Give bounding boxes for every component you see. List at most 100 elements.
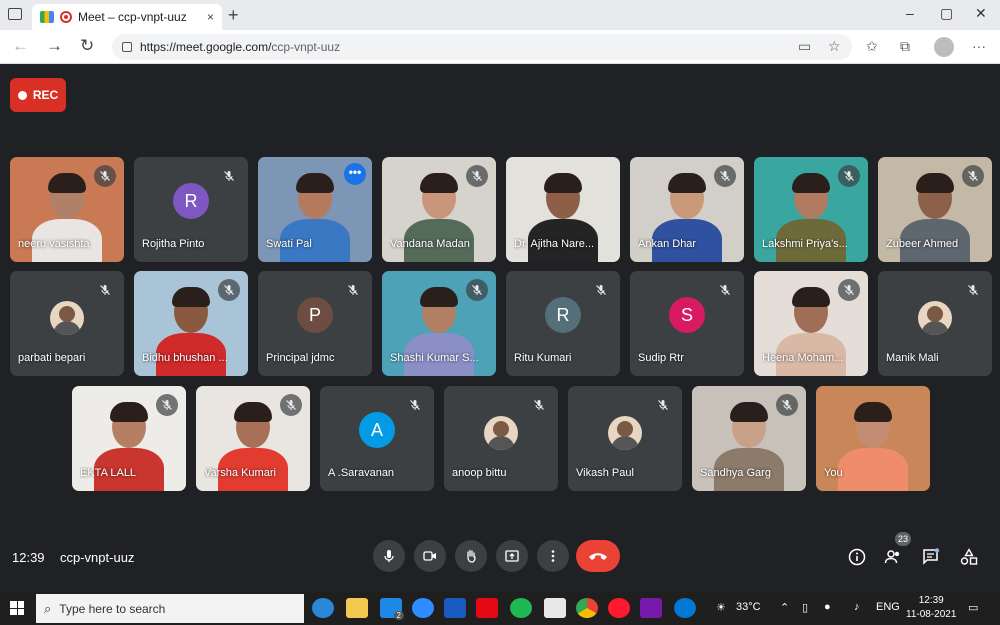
browser-tab-meet[interactable]: Meet – ccp-vnpt-uuz ×	[32, 4, 222, 30]
participant-tile[interactable]: Varsha Kumari	[196, 386, 310, 491]
participant-tile[interactable]: Vikash Paul	[568, 386, 682, 491]
google-meet-icon	[40, 11, 54, 23]
mic-muted-icon	[218, 165, 240, 187]
help-icon[interactable]	[674, 598, 696, 618]
participant-tile[interactable]: neeru vasishta	[10, 157, 124, 262]
meeting-details-button[interactable]	[846, 546, 868, 568]
participant-tile[interactable]: anoop bittu	[444, 386, 558, 491]
participant-name: Ankan Dhar	[638, 238, 697, 250]
favorites-icon[interactable]: ✩	[866, 38, 878, 55]
participant-name: anoop bittu	[452, 467, 507, 479]
taskbar-clock[interactable]: 12:39 11-08-2021	[906, 594, 956, 622]
participant-profile-photo	[484, 416, 518, 451]
participant-tile[interactable]: Ankan Dhar	[630, 157, 744, 262]
record-dot-icon	[17, 90, 27, 100]
popcorn-icon[interactable]	[544, 598, 566, 618]
participant-tile[interactable]: Heena Moham...	[754, 271, 868, 376]
tile-more-options-icon[interactable]: •••	[344, 163, 366, 185]
meeting-code: ccp-vnpt-uuz	[60, 550, 135, 565]
new-tab-button[interactable]: +	[228, 5, 239, 26]
camera-tray-icon[interactable]: ●	[824, 601, 831, 613]
recording-button[interactable]: REC	[10, 78, 66, 112]
collections-icon[interactable]: ⧉	[900, 38, 910, 55]
participant-tile[interactable]: A A .Saravanan	[320, 386, 434, 491]
spotify-icon[interactable]	[510, 598, 532, 618]
camera-button[interactable]	[414, 540, 446, 572]
weather-sun-icon[interactable]: ☀	[716, 601, 726, 614]
address-bar[interactable]: https://meet.google.com/ccp-vnpt-uuz	[112, 34, 852, 60]
participant-name: neeru vasishta	[18, 238, 90, 250]
participant-name: Sudip Rtr	[638, 352, 684, 364]
back-arrow-icon[interactable]: ←	[12, 36, 29, 56]
participant-tile[interactable]: ••• Swati Pal	[258, 157, 372, 262]
address-toolbar: ← → ↻ https://meet.google.com/ccp-vnpt-u…	[0, 30, 1000, 64]
windows-taskbar: ⌕ Type here to search 2 ☀ 33°C ⌃ ▯ ● ♪ E…	[0, 592, 1000, 625]
volume-icon[interactable]: ♪	[854, 601, 860, 613]
participant-tile[interactable]: You	[816, 386, 930, 491]
participant-tile[interactable]: P Principal jdmc	[258, 271, 372, 376]
participant-tile[interactable]: Dr. Ajitha Nare...	[506, 157, 620, 262]
participant-tile[interactable]: Sandhya Garg	[692, 386, 806, 491]
windows-start-icon[interactable]	[10, 601, 24, 615]
mail-icon[interactable]: 2	[380, 598, 404, 620]
weather-temperature[interactable]: 33°C	[736, 601, 761, 613]
word-icon[interactable]	[444, 598, 466, 618]
people-button[interactable]	[882, 546, 904, 568]
mic-muted-icon	[218, 279, 240, 301]
participant-tile[interactable]: Lakshmi Priya's...	[754, 157, 868, 262]
activities-button[interactable]	[958, 546, 980, 568]
participant-name: You	[824, 467, 843, 479]
reload-icon[interactable]: ↻	[80, 36, 94, 56]
taskbar-search-box[interactable]: ⌕ Type here to search	[36, 594, 304, 623]
participant-name: Swati Pal	[266, 238, 312, 250]
participant-name: parbati bepari	[18, 352, 86, 364]
onenote-icon[interactable]	[640, 598, 662, 618]
notifications-icon[interactable]: ▭	[968, 601, 978, 614]
present-screen-button[interactable]	[496, 540, 528, 572]
raise-hand-button[interactable]	[455, 540, 487, 572]
zoom-icon[interactable]	[412, 598, 434, 618]
chat-button[interactable]	[920, 546, 942, 568]
opera-icon[interactable]	[608, 598, 630, 618]
minimize-button[interactable]: –	[906, 5, 914, 21]
file-explorer-icon[interactable]	[346, 598, 368, 618]
recording-label: REC	[32, 88, 59, 102]
camera-permission-icon[interactable]: ▭	[798, 38, 811, 55]
participant-tile[interactable]: Bidhu bhushan ...	[134, 271, 248, 376]
activities-shapes-icon	[960, 548, 978, 565]
input-language[interactable]: ENG	[876, 601, 900, 613]
profile-avatar[interactable]	[934, 37, 954, 57]
participant-name: Shashi Kumar S...	[390, 352, 479, 364]
device-icon[interactable]: ▯	[802, 601, 808, 614]
participant-tile[interactable]: S Sudip Rtr	[630, 271, 744, 376]
participant-tile[interactable]: EKTA LALL	[72, 386, 186, 491]
leave-call-button[interactable]	[576, 540, 620, 572]
favorite-star-icon[interactable]: ☆	[828, 38, 841, 55]
chrome-icon[interactable]	[576, 598, 598, 618]
maximize-button[interactable]: ▢	[940, 5, 953, 22]
close-window-button[interactable]: ✕	[975, 5, 987, 22]
netflix-icon[interactable]	[476, 598, 498, 618]
participant-tile[interactable]: R Ritu Kumari	[506, 271, 620, 376]
microphone-button[interactable]	[373, 540, 405, 572]
participant-tile[interactable]: Manik Mali	[878, 271, 992, 376]
participant-tile[interactable]: R Rojitha Pinto	[134, 157, 248, 262]
settings-more-icon[interactable]: ···	[972, 38, 986, 54]
participant-tile[interactable]: Vandana Madan	[382, 157, 496, 262]
tab-close-icon[interactable]: ×	[207, 10, 214, 24]
mic-muted-icon	[652, 394, 674, 416]
more-options-button[interactable]	[537, 540, 569, 572]
participant-tile[interactable]: parbati bepari	[10, 271, 124, 376]
edge-browser-icon[interactable]	[312, 598, 334, 618]
mail-badge: 2	[393, 611, 404, 620]
tray-chevron-up-icon[interactable]: ⌃	[780, 601, 789, 614]
forward-arrow-icon[interactable]: →	[46, 36, 63, 56]
mic-muted-icon	[528, 394, 550, 416]
participant-tile[interactable]: Zubeer Ahmed	[878, 157, 992, 262]
participant-tile[interactable]: Shashi Kumar S...	[382, 271, 496, 376]
chat-icon	[923, 548, 940, 565]
window-menu-icon[interactable]	[8, 8, 22, 20]
people-icon	[884, 550, 900, 564]
meeting-clock: 12:39	[12, 550, 45, 565]
participant-avatar: R	[173, 183, 209, 220]
